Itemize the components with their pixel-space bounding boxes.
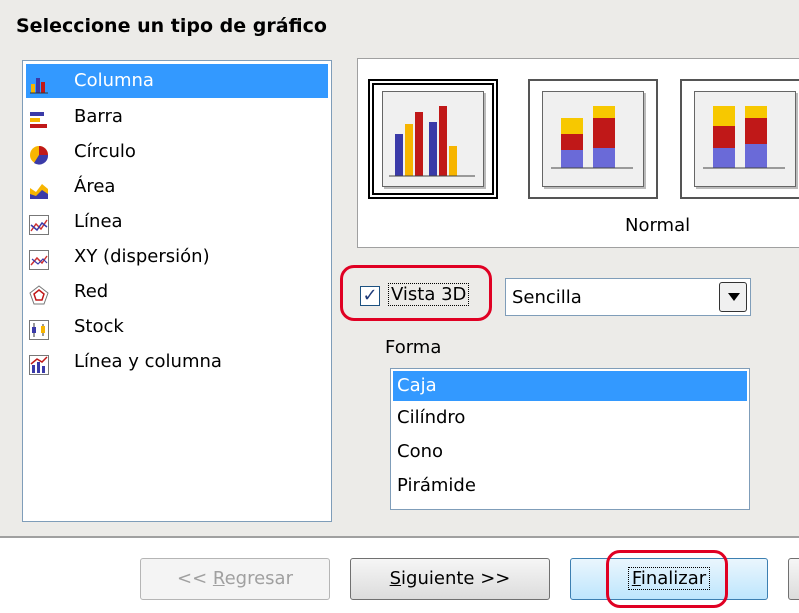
chart-type-item-circulo[interactable]: Círculo bbox=[26, 135, 328, 169]
chart-type-item-stock[interactable]: Stock bbox=[26, 310, 328, 344]
help-button-partial[interactable] bbox=[788, 558, 799, 600]
pie-chart-icon bbox=[29, 143, 49, 165]
chart-type-label: XY (dispersión) bbox=[74, 246, 210, 267]
chart-type-item-area[interactable]: Área bbox=[26, 170, 328, 204]
area-chart-icon bbox=[29, 178, 49, 199]
chart-type-label: Columna bbox=[74, 70, 154, 91]
chart-type-label: Área bbox=[74, 176, 116, 197]
checkmark-icon: ✓ bbox=[362, 285, 378, 306]
line-chart-icon bbox=[29, 213, 49, 235]
chart-type-label: Barra bbox=[74, 106, 123, 127]
chart-type-list[interactable]: Columna Barra Círculo Área Línea XY (dis… bbox=[22, 60, 332, 522]
chart-type-item-linea-columna[interactable]: Línea y columna bbox=[26, 345, 328, 379]
chart-variant-preview bbox=[357, 58, 799, 248]
next-button[interactable]: Siguiente >> bbox=[350, 558, 550, 600]
stock-chart-icon bbox=[29, 318, 49, 340]
column-chart-icon bbox=[29, 72, 49, 94]
bar-chart-icon bbox=[29, 108, 49, 128]
shape-item-cilindro[interactable]: Cilíndro bbox=[393, 403, 747, 433]
shape-item-caja[interactable]: Caja bbox=[393, 371, 747, 401]
chart-type-label: Stock bbox=[74, 316, 124, 337]
chart-type-item-red[interactable]: Red bbox=[26, 275, 328, 309]
dialog-title: Seleccione un tipo de gráfico bbox=[16, 15, 327, 37]
chart-type-label: Red bbox=[74, 281, 109, 302]
variant-percent[interactable] bbox=[680, 79, 799, 199]
net-chart-icon bbox=[29, 283, 49, 305]
shape-item-piramide[interactable]: Pirámide bbox=[393, 471, 747, 501]
xy-scatter-icon bbox=[29, 248, 49, 270]
variant-normal[interactable] bbox=[368, 79, 498, 199]
chart-type-label: Línea y columna bbox=[74, 351, 222, 372]
3d-style-select[interactable]: Sencilla bbox=[505, 278, 751, 316]
vista-3d-label[interactable]: Vista 3D bbox=[388, 283, 470, 306]
line-column-chart-icon bbox=[29, 353, 49, 375]
stacked-3d-column-icon bbox=[542, 91, 644, 187]
forma-label: Forma bbox=[385, 337, 442, 358]
chart-type-item-linea[interactable]: Línea bbox=[26, 205, 328, 239]
highlight-ring-finish bbox=[606, 550, 728, 608]
chart-type-item-barra[interactable]: Barra bbox=[26, 100, 328, 134]
separator bbox=[0, 536, 799, 538]
chart-type-item-columna[interactable]: Columna bbox=[26, 64, 328, 98]
variant-name-label: Normal bbox=[625, 215, 691, 236]
variant-stacked[interactable] bbox=[528, 79, 658, 199]
chart-type-label: Círculo bbox=[74, 141, 136, 162]
chart-type-item-xy[interactable]: XY (dispersión) bbox=[26, 240, 328, 274]
3d-style-value: Sencilla bbox=[512, 287, 582, 308]
normal-3d-column-icon bbox=[382, 91, 484, 187]
shape-list[interactable]: Caja Cilíndro Cono Pirámide bbox=[390, 368, 750, 510]
chevron-down-icon[interactable] bbox=[719, 282, 747, 312]
back-button[interactable]: << Regresar bbox=[140, 558, 330, 600]
chart-type-label: Línea bbox=[74, 211, 123, 232]
percent-3d-column-icon bbox=[694, 91, 796, 187]
vista-3d-checkbox[interactable]: ✓ bbox=[360, 286, 380, 306]
shape-item-cono[interactable]: Cono bbox=[393, 437, 747, 467]
